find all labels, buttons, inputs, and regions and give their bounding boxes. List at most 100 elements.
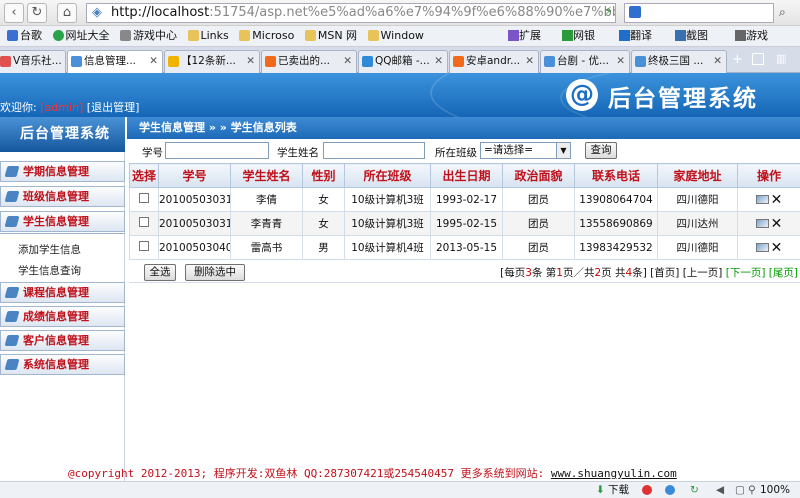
browser-tab[interactable]: 台剧 - 优... ✕	[540, 50, 630, 73]
folder-icon	[367, 30, 379, 41]
close-icon[interactable]: ✕	[434, 51, 443, 72]
delete-icon[interactable]: ✕	[771, 192, 783, 208]
ie-icon[interactable]	[665, 485, 675, 495]
student-name-input[interactable]	[323, 142, 425, 159]
close-icon[interactable]: ✕	[616, 51, 625, 72]
cell-student-name: 雷高书	[230, 235, 303, 260]
back-icon[interactable]: ‹	[4, 3, 24, 23]
browser-tab[interactable]: QQ邮箱 -... ✕	[358, 50, 448, 73]
prev-page-link[interactable]: [上一页]	[683, 267, 723, 279]
delete-icon[interactable]: ✕	[771, 240, 783, 256]
delete-selected-button[interactable]: 删除选中	[185, 264, 245, 281]
search-input[interactable]	[624, 3, 774, 23]
bookmark-folder[interactable]: Window	[367, 26, 424, 46]
bookmark-folder[interactable]: Microso	[239, 26, 294, 46]
baidu-icon	[7, 30, 18, 41]
menu-student-management[interactable]: 学生信息管理	[0, 211, 125, 232]
logout-link[interactable]: [退出管理]	[87, 101, 140, 114]
translate-button[interactable]: 翻译	[619, 26, 652, 46]
cell-address: 四川达州	[657, 211, 738, 236]
extension-button[interactable]: 扩展	[508, 26, 541, 46]
row-checkbox[interactable]	[139, 241, 149, 251]
cell-phone: 13558690869	[574, 211, 658, 236]
zoom-icon[interactable]: ⚲	[748, 482, 756, 498]
student-table: 选择 学号 学生姓名 性别 所在班级 出生日期 政治面貌 联系电话 家庭地址 操…	[129, 163, 800, 260]
game-button[interactable]: 游戏	[735, 26, 768, 46]
website-link[interactable]: www.shuangyulin.com	[551, 467, 677, 480]
browser-tab[interactable]: 终极三国 ... ✕	[631, 50, 727, 73]
menu-term-management[interactable]: 学期信息管理	[0, 161, 125, 182]
menu-icon	[4, 335, 20, 346]
zoom-level[interactable]: 100%	[760, 482, 790, 498]
cell-birthdate: 2013-05-15	[430, 235, 503, 260]
restore-tab-icon[interactable]	[752, 53, 764, 65]
lightning-icon[interactable]: ⚡	[604, 4, 612, 18]
new-tab-icon[interactable]: +	[732, 52, 743, 67]
edit-icon[interactable]	[755, 243, 769, 252]
accelerate-icon[interactable]: ↻	[690, 482, 699, 498]
class-label: 所在班级	[435, 147, 477, 159]
download-icon: ⬇	[596, 484, 605, 496]
bookmark-folder[interactable]: Links	[187, 26, 229, 46]
row-checkbox[interactable]	[139, 217, 149, 227]
bookmark-item[interactable]: 台歌	[7, 26, 42, 46]
menu-icon	[4, 216, 20, 227]
menu-system-management[interactable]: 系统信息管理	[0, 354, 125, 375]
submenu-query-student[interactable]: 学生信息查询	[18, 263, 81, 278]
tab-favicon	[635, 56, 646, 67]
first-page-link[interactable]: [首页]	[650, 267, 679, 279]
address-bar[interactable]: ◈ http://localhost:51754/asp.net%e5%ad%a…	[86, 3, 616, 23]
close-icon[interactable]: ✕	[525, 51, 534, 72]
username: [admin]	[40, 101, 84, 114]
home-icon[interactable]: ⌂	[57, 3, 77, 23]
trash-icon[interactable]: ▥	[776, 52, 786, 65]
cell-gender: 女	[302, 187, 345, 212]
bookmark-item[interactable]: 网址大全	[52, 26, 110, 46]
select-all-button[interactable]: 全选	[144, 264, 176, 281]
close-icon[interactable]: ✕	[713, 51, 722, 72]
search-icon[interactable]: ⌕	[779, 5, 786, 20]
next-page-link[interactable]: [下一页]	[726, 267, 766, 279]
cell-student-name: 李青青	[230, 211, 303, 236]
close-icon[interactable]: ✕	[246, 51, 255, 72]
submenu-add-student[interactable]: 添加学生信息	[18, 242, 81, 257]
delete-icon[interactable]: ✕	[771, 216, 783, 232]
site-icon	[52, 30, 64, 41]
cell-student-id: 201005030317	[158, 187, 231, 212]
menu-score-management[interactable]: 成绩信息管理	[0, 306, 125, 327]
col-actions: 操作	[737, 163, 800, 188]
bookmark-item[interactable]: 游戏中心	[120, 26, 177, 46]
class-select[interactable]: =请选择= ▼	[480, 142, 571, 159]
browser-tab[interactable]: 已卖出的... ✕	[261, 50, 357, 73]
browser-tab[interactable]: 安卓andr... ✕	[449, 50, 539, 73]
menu-class-management[interactable]: 班级信息管理	[0, 186, 125, 207]
query-button[interactable]: 查询	[585, 142, 617, 159]
browser-tab[interactable]: 【12条新... ✕	[164, 50, 260, 73]
bookmark-folder[interactable]: MSN 网	[304, 26, 357, 46]
edit-icon[interactable]	[755, 219, 769, 228]
gamepad-icon	[735, 30, 746, 41]
display-icon[interactable]: ▢	[735, 482, 745, 498]
col-political: 政治面貌	[502, 163, 575, 188]
cell-political: 团员	[502, 235, 575, 260]
edit-icon[interactable]	[755, 195, 769, 204]
search-form: 学号 学生姓名 所在班级 =请选择= ▼ 查询	[127, 139, 800, 163]
menu-customer-management[interactable]: 客户信息管理	[0, 330, 125, 351]
refresh-icon[interactable]: ↻	[27, 3, 47, 23]
close-icon[interactable]: ✕	[149, 51, 158, 72]
student-id-input[interactable]	[165, 142, 269, 159]
screenshot-button[interactable]: 截图	[675, 26, 708, 46]
col-address: 家庭地址	[657, 163, 738, 188]
cell-class: 10级计算机4班	[344, 235, 431, 260]
sound-icon[interactable]: ◀	[716, 482, 724, 498]
security-icon[interactable]	[642, 485, 652, 495]
browser-tab[interactable]: V音乐社...	[0, 50, 66, 73]
last-page-link[interactable]: [尾页]	[769, 267, 798, 279]
close-icon[interactable]: ✕	[343, 51, 352, 72]
download-button[interactable]: 下载	[608, 482, 629, 498]
bank-button[interactable]: 网银	[562, 26, 595, 46]
menu-course-management[interactable]: 课程信息管理	[0, 282, 125, 303]
row-checkbox[interactable]	[139, 193, 149, 203]
browser-tab-active[interactable]: 信息管理... ✕	[67, 50, 163, 74]
menu-icon	[4, 287, 20, 298]
